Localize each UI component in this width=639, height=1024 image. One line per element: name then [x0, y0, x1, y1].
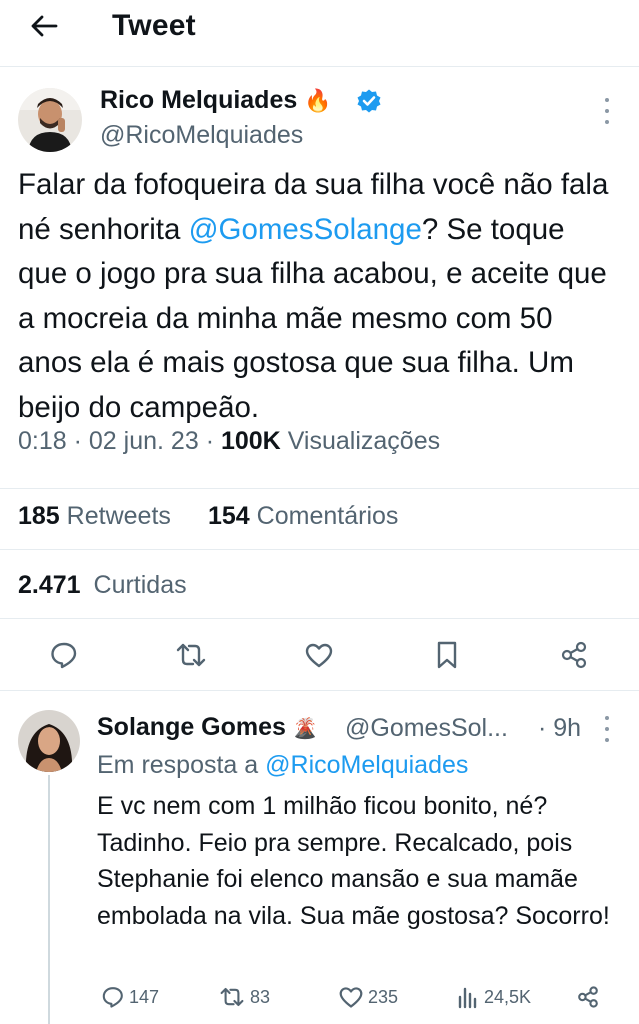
more-dot	[605, 120, 609, 124]
author-name[interactable]: Rico Melquiades 🔥	[100, 86, 332, 115]
more-options-icon	[605, 98, 609, 102]
reply-time[interactable]: · 9h	[538, 714, 581, 743]
reply-author-handle[interactable]: @GomesSol...	[345, 714, 508, 743]
header-divider	[0, 66, 639, 67]
reply-author-name-text: Solange Gomes	[97, 713, 286, 741]
likes-count: 2.471	[18, 571, 81, 599]
tweet-time[interactable]: 0:18	[18, 427, 67, 455]
share-icon	[578, 986, 598, 1008]
tweet-date[interactable]: 02 jun. 23	[89, 427, 199, 455]
reply-more-options-button[interactable]	[597, 716, 617, 742]
stats-divider	[0, 549, 639, 550]
reply-author-emoji: 🌋	[292, 718, 318, 740]
more-options-button[interactable]	[597, 98, 617, 124]
verified-badge-icon	[357, 89, 381, 113]
bookmark-icon	[437, 641, 457, 669]
back-button[interactable]	[28, 10, 60, 42]
tweet-meta: 0:18 · 02 jun. 23 · 100K Visualizações	[18, 427, 440, 456]
reply-reply-count: 147	[129, 986, 160, 1007]
more-dot	[605, 727, 609, 731]
author-emoji: 🔥	[304, 88, 332, 113]
comments-count: 154	[208, 502, 250, 530]
reply-views-button[interactable]: 24,5K	[456, 985, 531, 1009]
meta-divider	[0, 488, 639, 489]
actions-divider	[0, 690, 639, 691]
reply-like-button[interactable]: 235	[338, 985, 398, 1009]
views-label: Visualizações	[287, 427, 441, 455]
replying-to-link[interactable]: @RicoMelquiades	[265, 751, 468, 779]
share-button[interactable]	[554, 635, 594, 675]
reply-reply-button[interactable]: 147	[101, 985, 159, 1009]
reply-icon	[51, 642, 77, 669]
top-bar: Tweet	[0, 0, 639, 56]
share-icon	[561, 641, 587, 669]
reply-retweet-count: 83	[250, 986, 271, 1007]
page-title: Tweet	[112, 9, 196, 42]
like-icon	[305, 643, 333, 668]
retweets-count: 185	[18, 502, 60, 530]
likes-stat[interactable]: 2.471 Curtidas	[18, 571, 187, 600]
reply-text: E vc nem com 1 milhão ficou bonito, né? …	[97, 792, 610, 930]
retweet-button[interactable]	[171, 635, 211, 675]
reply-button[interactable]	[44, 635, 84, 675]
retweet-icon	[220, 987, 244, 1007]
views-icon	[458, 987, 477, 1009]
reply-author-name[interactable]: Solange Gomes 🌋	[97, 713, 318, 742]
reply-retweet-button[interactable]: 83	[218, 985, 270, 1009]
comments-stat[interactable]: 154 Comentários	[208, 502, 398, 531]
more-options-icon	[605, 716, 609, 720]
mention-link[interactable]: @GomesSolange	[189, 213, 422, 246]
avatar[interactable]	[18, 88, 82, 152]
likes-divider	[0, 618, 639, 619]
views-count: 100K	[220, 427, 281, 455]
reply-icon	[102, 987, 123, 1008]
reply-view-count: 24,5K	[484, 986, 532, 1007]
meta-separator: ·	[205, 427, 221, 455]
like-icon	[339, 987, 363, 1008]
meta-separator: ·	[73, 427, 89, 455]
like-button[interactable]	[299, 635, 339, 675]
author-handle[interactable]: @RicoMelquiades	[100, 121, 303, 150]
retweets-label: Retweets	[66, 502, 171, 530]
more-dot	[605, 738, 609, 742]
bookmark-button[interactable]	[427, 635, 467, 675]
reply-like-count: 235	[368, 986, 399, 1007]
comments-label: Comentários	[256, 502, 399, 530]
reply-share-button[interactable]	[576, 985, 600, 1009]
more-dot	[605, 109, 609, 113]
replying-label: Em resposta a	[97, 751, 259, 779]
retweet-icon	[176, 643, 206, 667]
tweet-text: Falar da fofoqueira da sua filha você nã…	[18, 163, 618, 430]
retweets-stat[interactable]: 185 Retweets	[18, 502, 171, 531]
likes-label: Curtidas	[93, 571, 187, 599]
reply-avatar[interactable]	[18, 710, 80, 772]
author-name-text: Rico Melquiades	[100, 86, 298, 114]
thread-line	[48, 775, 50, 1024]
replying-to: Em resposta a @RicoMelquiades	[97, 751, 468, 780]
back-arrow-icon	[31, 15, 58, 37]
